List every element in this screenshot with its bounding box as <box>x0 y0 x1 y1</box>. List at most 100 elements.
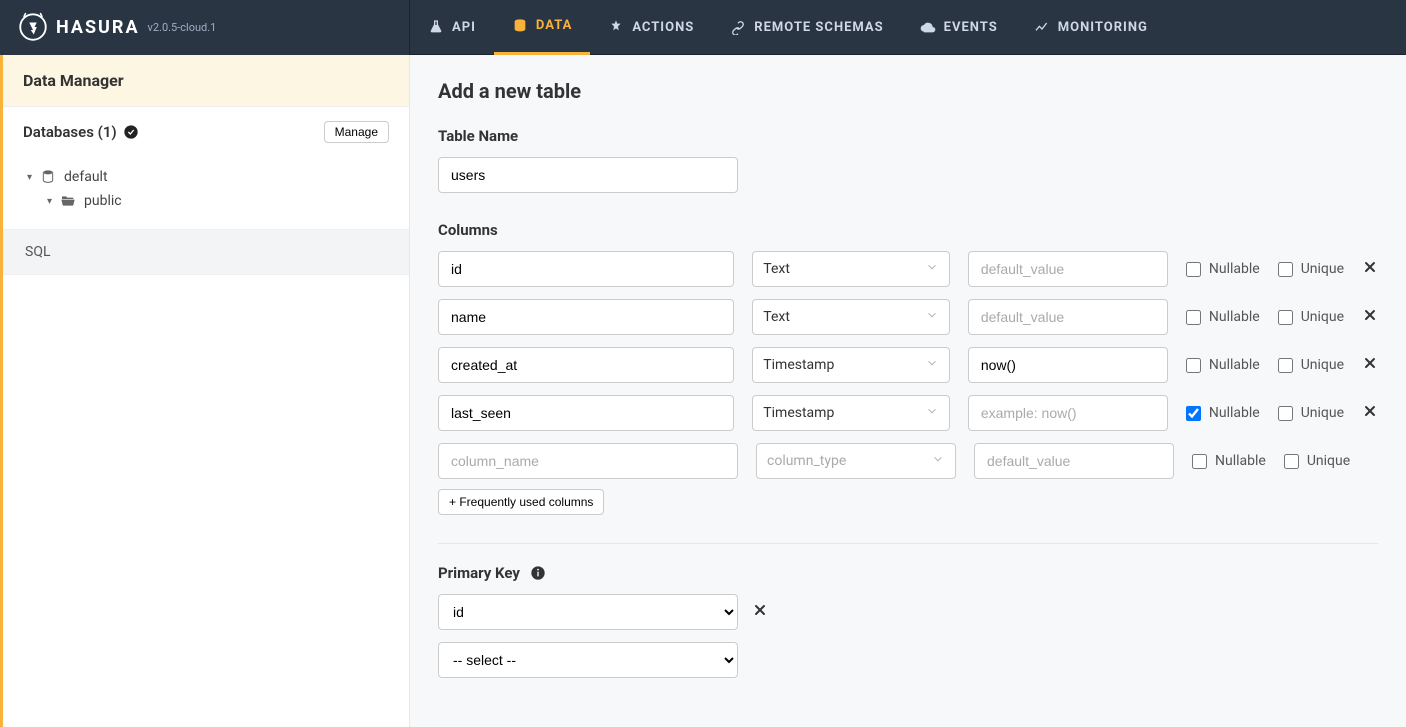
chevron-down-icon <box>925 260 939 278</box>
nullable-checkbox[interactable] <box>1186 358 1201 373</box>
column-default-input[interactable] <box>968 251 1168 287</box>
delete-pk-icon[interactable] <box>752 602 768 622</box>
delete-column-icon[interactable] <box>1362 355 1378 375</box>
nav-tab-remote-schemas[interactable]: REMOTE SCHEMAS <box>712 0 901 55</box>
chevron-down-icon <box>925 404 939 422</box>
nullable-checkbox-label[interactable]: Nullable <box>1192 453 1266 469</box>
tree-db-item[interactable]: ▾ default <box>23 165 389 189</box>
unique-checkbox-label[interactable]: Unique <box>1284 453 1350 469</box>
folder-open-icon <box>60 193 76 209</box>
top-nav: HASURA v2.0.5-cloud.1 API DATA ACTIONS R… <box>0 0 1406 55</box>
nav-tab-label: ACTIONS <box>632 20 694 35</box>
chevron-down-icon: ▾ <box>27 172 32 183</box>
tree-db-label: default <box>64 169 108 185</box>
table-name-label: Table Name <box>438 127 1378 145</box>
brand-name: HASURA <box>56 17 140 38</box>
column-default-input[interactable] <box>974 443 1174 479</box>
databases-label: Databases (1) <box>23 123 139 141</box>
page-title: Add a new table <box>438 79 1378 103</box>
nullable-checkbox[interactable] <box>1186 310 1201 325</box>
sidebar-sql-link[interactable]: SQL <box>3 229 409 275</box>
column-row: Timestamp Nullable Unique <box>438 395 1378 431</box>
chart-icon <box>1034 19 1050 35</box>
delete-column-icon[interactable] <box>1362 259 1378 279</box>
chevron-down-icon: ▾ <box>47 196 52 207</box>
nav-tab-events[interactable]: EVENTS <box>902 0 1016 55</box>
column-type-select[interactable]: Timestamp <box>752 395 950 431</box>
column-name-input[interactable] <box>438 395 734 431</box>
nullable-checkbox-label[interactable]: Nullable <box>1186 261 1260 277</box>
cloud-icon <box>920 19 936 35</box>
column-name-input[interactable] <box>438 299 734 335</box>
flask-icon <box>428 19 444 35</box>
column-type-select[interactable]: Text <box>752 299 950 335</box>
link-icon <box>730 19 746 35</box>
column-type-select[interactable]: Timestamp <box>752 347 950 383</box>
column-row: Text Nullable Unique <box>438 251 1378 287</box>
delete-column-icon[interactable] <box>1362 307 1378 327</box>
chevron-down-icon <box>925 308 939 326</box>
unique-checkbox[interactable] <box>1278 262 1293 277</box>
column-default-input[interactable] <box>968 395 1168 431</box>
column-row: Timestamp Nullable Unique <box>438 347 1378 383</box>
brand: HASURA v2.0.5-cloud.1 <box>0 0 410 55</box>
column-default-input[interactable] <box>968 347 1168 383</box>
db-tree: ▾ default ▾ public <box>3 157 409 229</box>
unique-checkbox[interactable] <box>1278 310 1293 325</box>
column-type-select[interactable]: column_type <box>756 443 956 479</box>
primary-key-select[interactable]: -- select -- <box>438 642 738 678</box>
nav-tab-data[interactable]: DATA <box>494 0 590 55</box>
nav-tab-api[interactable]: API <box>410 0 494 55</box>
column-name-input[interactable] <box>438 251 734 287</box>
sidebar: Data Manager Databases (1) Manage ▾ defa… <box>0 55 410 727</box>
main-content: Add a new table Table Name Columns Text N… <box>410 55 1406 727</box>
table-name-input[interactable] <box>438 157 738 193</box>
unique-checkbox[interactable] <box>1278 358 1293 373</box>
primary-key-label: Primary Key <box>438 564 1378 582</box>
nullable-checkbox-label[interactable]: Nullable <box>1186 309 1260 325</box>
nav-tab-label: EVENTS <box>944 20 998 35</box>
column-row: Text Nullable Unique <box>438 299 1378 335</box>
unique-checkbox-label[interactable]: Unique <box>1278 261 1344 277</box>
column-name-input[interactable] <box>438 347 734 383</box>
unique-checkbox-label[interactable]: Unique <box>1278 309 1344 325</box>
primary-key-select[interactable]: id <box>438 594 738 630</box>
frequently-used-columns-button[interactable]: + Frequently used columns <box>438 489 604 515</box>
column-row: column_type Nullable Unique <box>438 443 1378 479</box>
nav-tabs: API DATA ACTIONS REMOTE SCHEMAS EVENTS M… <box>410 0 1166 55</box>
unique-checkbox-label[interactable]: Unique <box>1278 405 1344 421</box>
nullable-checkbox-label[interactable]: Nullable <box>1186 405 1260 421</box>
column-name-input[interactable] <box>438 443 738 479</box>
nav-tab-label: MONITORING <box>1058 20 1148 35</box>
check-circle-icon <box>123 124 139 140</box>
nav-tab-actions[interactable]: ACTIONS <box>590 0 712 55</box>
chevron-down-icon <box>931 452 945 470</box>
hasura-logo-icon <box>18 12 48 42</box>
nav-tab-label: API <box>452 20 476 35</box>
sidebar-title: Data Manager <box>3 55 409 107</box>
primary-key-row: -- select -- <box>438 642 1378 678</box>
columns-label: Columns <box>438 221 1378 239</box>
unique-checkbox-label[interactable]: Unique <box>1278 357 1344 373</box>
divider <box>438 543 1378 544</box>
nullable-checkbox[interactable] <box>1192 454 1207 469</box>
manage-button[interactable]: Manage <box>324 121 389 143</box>
nav-tab-label: DATA <box>536 18 572 33</box>
unique-checkbox[interactable] <box>1278 406 1293 421</box>
chevron-down-icon <box>925 356 939 374</box>
nav-tab-monitoring[interactable]: MONITORING <box>1016 0 1166 55</box>
database-icon <box>40 169 56 185</box>
unique-checkbox[interactable] <box>1284 454 1299 469</box>
tree-schema-label: public <box>84 193 122 209</box>
nullable-checkbox[interactable] <box>1186 406 1201 421</box>
database-icon <box>512 18 528 34</box>
nullable-checkbox-label[interactable]: Nullable <box>1186 357 1260 373</box>
info-circle-icon <box>530 565 546 581</box>
actions-icon <box>608 19 624 35</box>
column-type-select[interactable]: Text <box>752 251 950 287</box>
nullable-checkbox[interactable] <box>1186 262 1201 277</box>
delete-column-icon[interactable] <box>1362 403 1378 423</box>
tree-schema-item[interactable]: ▾ public <box>23 189 389 213</box>
brand-version: v2.0.5-cloud.1 <box>148 21 217 34</box>
column-default-input[interactable] <box>968 299 1168 335</box>
